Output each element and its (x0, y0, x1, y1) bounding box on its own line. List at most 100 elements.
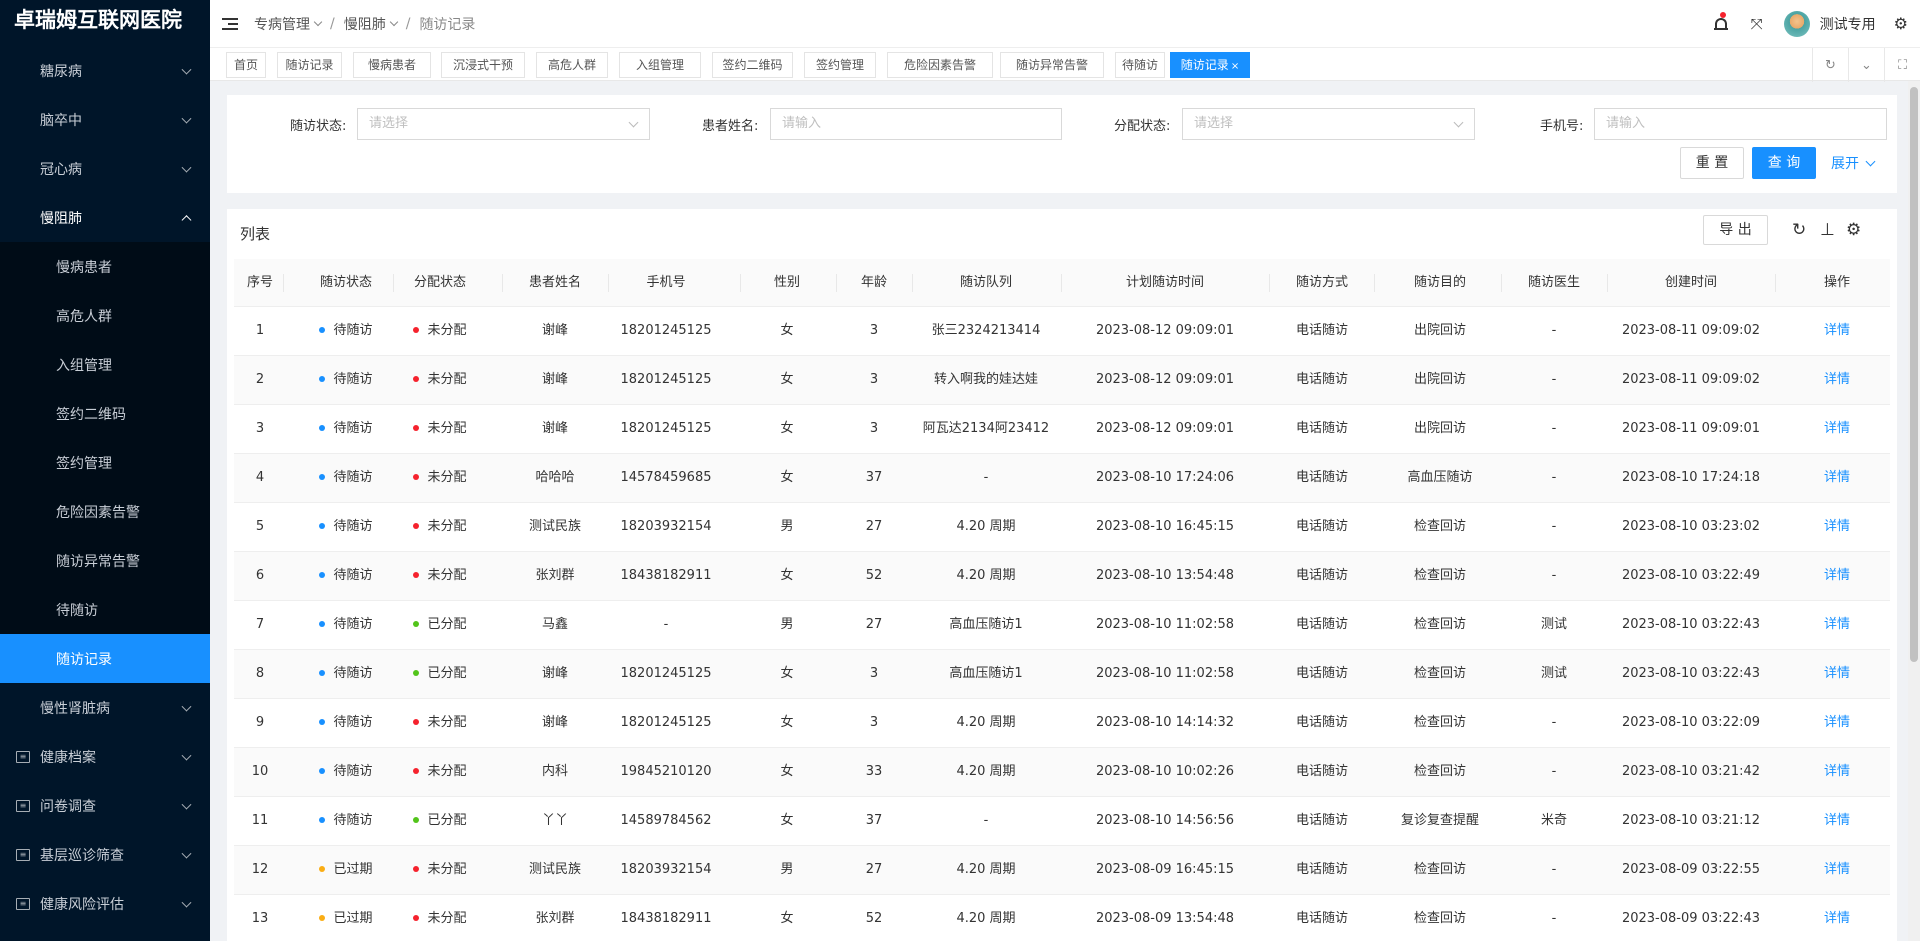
column-header[interactable]: 年龄 (844, 259, 904, 307)
sidebar-item[interactable]: 签约管理 (0, 438, 210, 487)
table-cell[interactable]: 详情 (1807, 650, 1867, 698)
name-input[interactable]: 请输入 (770, 108, 1062, 140)
table-cell[interactable]: 详情 (1807, 699, 1867, 747)
column-header[interactable]: 性别 (757, 259, 817, 307)
sidebar-item[interactable]: 慢阻肺 (0, 193, 210, 242)
detail-link[interactable]: 详情 (1824, 666, 1850, 681)
column-header[interactable]: 手机号 (611, 259, 721, 307)
column-height-icon[interactable]: ⊥ (1820, 221, 1835, 239)
breadcrumb-item-1[interactable]: 专病管理 (254, 14, 310, 34)
detail-link[interactable]: 详情 (1824, 862, 1850, 877)
table-cell[interactable]: 详情 (1807, 454, 1867, 502)
query-button[interactable]: 查 询 (1752, 147, 1816, 179)
column-header[interactable]: 随访目的 (1390, 259, 1490, 307)
detail-link[interactable]: 详情 (1824, 715, 1850, 730)
detail-link[interactable]: 详情 (1824, 764, 1850, 779)
tab-item[interactable]: 签约管理 (804, 52, 876, 78)
column-header[interactable]: 患者姓名 (515, 259, 595, 307)
status-select[interactable]: 请选择 (357, 108, 650, 140)
table-cell[interactable]: 详情 (1807, 356, 1867, 404)
gear-icon[interactable]: ⚙ (1894, 14, 1908, 33)
detail-link[interactable]: 详情 (1824, 323, 1850, 338)
table-cell[interactable]: 详情 (1807, 797, 1867, 845)
detail-link[interactable]: 详情 (1824, 911, 1850, 926)
table-cell[interactable]: 详情 (1807, 405, 1867, 453)
sidebar-item[interactable]: ≡ 健康风险评估 (0, 879, 210, 928)
sidebar-item[interactable]: 待随访 (0, 585, 210, 634)
detail-link[interactable]: 详情 (1824, 617, 1850, 632)
column-header[interactable]: 分配状态 (400, 259, 480, 307)
username[interactable]: 测试专用 (1820, 14, 1876, 34)
sidebar-item[interactable]: 慢病患者 (0, 242, 210, 291)
sidebar-item[interactable]: 随访异常告警 (0, 536, 210, 585)
table-cell[interactable]: 详情 (1807, 503, 1867, 551)
tab-item[interactable]: 随访记录 × (1170, 52, 1250, 78)
table-row: 1 待随访 未分配 谢峰 18201245125 女 3 张三2324213414 2023-0… (234, 307, 1890, 356)
scrollbar-thumb[interactable] (1910, 87, 1918, 662)
expand-icon[interactable]: ⛶ (1884, 48, 1920, 82)
close-icon[interactable]: × (1231, 61, 1239, 72)
tab-item[interactable]: 首页 (226, 52, 266, 78)
sidebar-item[interactable]: 冠心病 (0, 144, 210, 193)
sidebar-item[interactable]: ≡ 基层巡诊筛查 (0, 830, 210, 879)
refresh-icon[interactable]: ↻ (1812, 48, 1848, 82)
detail-link[interactable]: 详情 (1824, 813, 1850, 828)
tab-item[interactable]: 沉浸式干预 (441, 52, 525, 78)
sidebar-item[interactable]: 随访记录 (0, 634, 210, 683)
tab-item[interactable]: 随访异常告警 (1000, 52, 1104, 78)
gear-icon[interactable]: ⚙ (1846, 221, 1861, 239)
phone-input[interactable]: 请输入 (1594, 108, 1887, 140)
column-header[interactable]: 随访方式 (1277, 259, 1367, 307)
menu-fold-icon[interactable] (222, 17, 238, 31)
column-header[interactable]: 计划随访时间 (1085, 259, 1245, 307)
sidebar-item[interactable]: 高危人群 (0, 291, 210, 340)
refresh-icon[interactable]: ↻ (1792, 221, 1806, 239)
tab-item[interactable]: 高危人群 (536, 52, 608, 78)
column-header[interactable]: 随访状态 (301, 259, 391, 307)
detail-link[interactable]: 详情 (1824, 568, 1850, 583)
table-cell: 男 (757, 846, 817, 894)
detail-link[interactable]: 详情 (1824, 519, 1850, 534)
fullscreen-icon[interactable]: ⤧ (1750, 16, 1764, 31)
table-cell: 高血压随访 (1390, 454, 1490, 502)
column-header[interactable]: 随访队列 (916, 259, 1056, 307)
table-cell[interactable]: 详情 (1807, 895, 1867, 941)
table-cell[interactable]: 详情 (1807, 552, 1867, 600)
assign-select[interactable]: 请选择 (1182, 108, 1475, 140)
table-cell: 待随访 (301, 650, 391, 698)
tab-item[interactable]: 危险因素告警 (887, 52, 993, 78)
chevron-down-icon[interactable]: ⌄ (1848, 48, 1884, 82)
sidebar-item[interactable]: 糖尿病 (0, 46, 210, 95)
tab-item[interactable]: 签约二维码 (712, 52, 793, 78)
expand-button[interactable]: 展开 (1831, 153, 1876, 173)
table-cell[interactable]: 详情 (1807, 846, 1867, 894)
tab-item[interactable]: 慢病患者 (353, 52, 431, 78)
sidebar-item[interactable]: 脑卒中 (0, 95, 210, 144)
tab-item[interactable]: 待随访 (1115, 52, 1165, 78)
table-cell[interactable]: 详情 (1807, 748, 1867, 796)
breadcrumb-item-2[interactable]: 慢阻肺 (344, 14, 386, 34)
sidebar-item[interactable]: 危险因素告警 (0, 487, 210, 536)
table-cell: - (611, 601, 721, 649)
detail-link[interactable]: 详情 (1824, 372, 1850, 387)
table-cell[interactable]: 详情 (1807, 307, 1867, 355)
tab-item[interactable]: 随访记录 (277, 52, 342, 78)
reset-button[interactable]: 重 置 (1680, 147, 1744, 179)
cell-text: 待随访 (333, 372, 373, 387)
sidebar-item[interactable]: 入组管理 (0, 340, 210, 389)
tab-item[interactable]: 入组管理 (619, 52, 701, 78)
sidebar-item[interactable]: ≡ 问卷调查 (0, 781, 210, 830)
avatar[interactable] (1783, 10, 1810, 37)
table-cell[interactable]: 详情 (1807, 601, 1867, 649)
sidebar-item[interactable]: 慢性肾脏病 (0, 683, 210, 732)
sidebar-item[interactable]: 签约二维码 (0, 389, 210, 438)
detail-link[interactable]: 详情 (1824, 470, 1850, 485)
bell-icon[interactable] (1713, 11, 1728, 32)
export-button[interactable]: 导 出 (1703, 215, 1768, 245)
column-header-label: 分配状态 (413, 275, 466, 290)
page-scrollbar[interactable] (1908, 81, 1920, 941)
sidebar-item[interactable]: ≡ 健康档案 (0, 732, 210, 781)
column-header[interactable]: 随访医生 (1514, 259, 1594, 307)
detail-link[interactable]: 详情 (1824, 421, 1850, 436)
column-header[interactable]: 创建时间 (1616, 259, 1766, 307)
